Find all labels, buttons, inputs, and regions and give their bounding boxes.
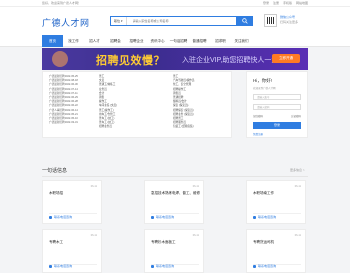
card-date: 06-11 <box>192 234 199 237</box>
phone-icon <box>49 264 52 268</box>
phone-icon <box>151 215 154 219</box>
qr-code-image <box>264 14 277 27</box>
banner-cta-button[interactable]: 立即开通 <box>272 54 300 63</box>
search-category-select[interactable]: 职位 ▾ <box>111 17 127 25</box>
news-list: 广德最新招聘2022-05-25 广德最新招聘2022-08-18 广德最新招聘… <box>49 75 78 125</box>
card-contact-label: 联系电话咨询 <box>54 215 73 219</box>
list-item[interactable]: 普通工/熟练工 <box>99 83 117 87</box>
card-contact[interactable]: 联系电话咨询 <box>151 264 174 268</box>
search-box: 职位 ▾ <box>110 16 253 26</box>
list-item[interactable]: 包装工 (纸箱包装) <box>173 125 194 129</box>
list-item[interactable]: 广德最新招聘2022-03-31 <box>49 121 78 125</box>
nav-item-general[interactable]: 普通招聘 <box>189 35 210 47</box>
nav-item-home[interactable]: 首页 <box>42 34 63 47</box>
nav-item-hire[interactable]: 招人才 <box>84 35 105 47</box>
info-card[interactable]: 06-11 木职场南工作 联系电话咨询 <box>246 180 306 224</box>
register-link[interactable]: 免费注册 <box>253 132 301 136</box>
job-list-right: 普工 汽车驾驶员/操作员 化工、安全管理 招聘操作工 销售员 普通招聘 储料员/… <box>173 75 194 130</box>
password-field[interactable]: 请输入密码 <box>253 104 301 110</box>
card-contact-label: 联系电话咨询 <box>258 215 277 219</box>
welcome-text: 您好，欢迎来到广德人才网！ <box>42 1 82 5</box>
card-contact[interactable]: 联系电话咨询 <box>253 215 276 219</box>
phone-icon <box>253 215 256 219</box>
site-logo[interactable]: 广德人才网 <box>42 16 90 29</box>
card-date: 06-11 <box>192 185 199 188</box>
section-more-link[interactable]: 更多信息 > <box>290 168 305 172</box>
phone-icon <box>49 215 52 219</box>
card-date: 06-11 <box>294 185 301 188</box>
card-title: 木职场招 <box>49 191 63 195</box>
card-contact-label: 联系电话咨询 <box>156 264 175 268</box>
card-date: 06-11 <box>90 234 97 237</box>
card-contact[interactable]: 联系电话咨询 <box>49 264 72 268</box>
job-list-middle: 普工 文员 普通工/熟练工 业务员 会计 销售 操作工 车间主任 (文员) 普工… <box>99 75 117 130</box>
login-options: 记住密码 忘记密码 <box>253 114 301 118</box>
job-listing-panel: 广德最新招聘2022-05-25 广德最新招聘2022-08-18 广德最新招聘… <box>42 71 232 138</box>
nav-item-companies[interactable]: 招聘企业 <box>126 35 147 47</box>
info-card[interactable]: 06-11 专聘木工 联系电话咨询 <box>42 229 102 273</box>
login-subtitle: 欢迎来到广德人才网 <box>253 87 276 90</box>
login-link[interactable]: 登录 <box>263 1 269 5</box>
list-item[interactable]: 车间主任 (文员) <box>99 104 117 108</box>
qr-caption-sub: 扫码关注更多 <box>280 20 299 24</box>
login-button[interactable]: 登录 <box>253 122 301 129</box>
main-content: 广德最新招聘2022-05-25 广德最新招聘2022-08-18 广德最新招聘… <box>42 71 308 138</box>
forgot-password-link[interactable]: 忘记密码 <box>291 114 301 118</box>
card-title: 木职场南工作 <box>253 191 274 195</box>
card-title: 专聘杉木面板工 <box>151 240 176 244</box>
login-panel: Hi，你好! 欢迎来到广德人才网 请输入账号 请输入密码 记住密码 忘记密码 登… <box>246 71 308 138</box>
section-divider <box>42 176 308 177</box>
list-item[interactable]: 广德最新招聘2022-06-22 <box>49 104 78 108</box>
list-item[interactable]: 招聘业务员 <box>99 125 117 129</box>
login-greeting: Hi，你好! <box>253 78 272 83</box>
banner-decoration <box>52 51 68 67</box>
nav-item-news[interactable]: 资讯中心 <box>147 35 168 47</box>
card-date: 06-11 <box>90 185 97 188</box>
top-links: 登录 注册 手机版 网站地图 <box>263 1 308 5</box>
chevron-down-icon: ▾ <box>121 19 123 23</box>
username-field[interactable]: 请输入账号 <box>253 94 301 100</box>
nav-item-quick-post[interactable]: 一句话招聘 <box>168 35 189 47</box>
nav-item-follow[interactable]: 关注我们 <box>231 35 252 47</box>
card-contact-label: 联系电话咨询 <box>258 264 277 268</box>
main-nav: 首页 找工作 招人才 招聘会 招聘企业 资讯中心 一句话招聘 普通招聘 招求职 … <box>0 34 350 47</box>
nav-item-find-job[interactable]: 找工作 <box>63 35 84 47</box>
promo-banner[interactable]: 招聘见效慢？ 入驻企业VIP,助您招聘快人一步 立即开通 <box>42 48 308 70</box>
qr-caption: 微信公众号 扫码关注更多 <box>280 15 298 25</box>
search-category-label: 职位 <box>114 19 121 23</box>
nav-item-seekers[interactable]: 招求职 <box>210 35 231 47</box>
card-date: 06-11 <box>294 234 301 237</box>
card-contact[interactable]: 联系电话咨询 <box>151 215 174 219</box>
search-icon <box>241 18 248 24</box>
banner-subtitle: 入驻企业VIP,助您招聘快人一步 <box>182 57 279 64</box>
card-contact-label: 联系电话咨询 <box>156 215 175 219</box>
phone-icon <box>151 264 154 268</box>
card-contact[interactable]: 联系电话咨询 <box>49 215 72 219</box>
info-card[interactable]: 06-11 专聘杉木面板工 联系电话咨询 <box>144 229 204 273</box>
card-title: 专聘木工 <box>49 240 63 244</box>
banner-headline: 招聘见效慢？ <box>96 55 165 67</box>
card-title: 专聘货运司机 <box>253 240 274 244</box>
sitemap-link[interactable]: 网站地图 <box>296 1 308 5</box>
remember-checkbox[interactable]: 记住密码 <box>253 114 263 118</box>
list-item[interactable]: 广德最新招聘2022-06-30 <box>49 83 78 87</box>
card-contact-label: 联系电话咨询 <box>54 264 73 268</box>
header: 广德人才网 职位 ▾ 微信公众号 扫码关注更多 <box>0 7 350 35</box>
search-button[interactable] <box>236 16 253 26</box>
search-input[interactable] <box>126 17 252 25</box>
info-card[interactable]: 06-11 专聘货运司机 联系电话咨询 <box>246 229 306 273</box>
section-title: 一句话信息 <box>42 168 68 174</box>
mobile-link[interactable]: 手机版 <box>283 1 292 5</box>
info-card[interactable]: 06-11 急招技术熟练电焊、普工、维修 联系电话咨询 <box>144 180 204 224</box>
nav-item-job-fair[interactable]: 招聘会 <box>105 35 126 47</box>
info-card[interactable]: 06-11 木职场招 联系电话咨询 <box>42 180 102 224</box>
register-link[interactable]: 注册 <box>273 1 279 5</box>
phone-icon <box>253 264 256 268</box>
card-title: 急招技术熟练电焊、普工、维修 <box>151 191 200 195</box>
card-contact[interactable]: 联系电话咨询 <box>253 264 276 268</box>
top-bar: 您好，欢迎来到广德人才网！ 登录 注册 手机版 网站地图 <box>0 0 350 7</box>
